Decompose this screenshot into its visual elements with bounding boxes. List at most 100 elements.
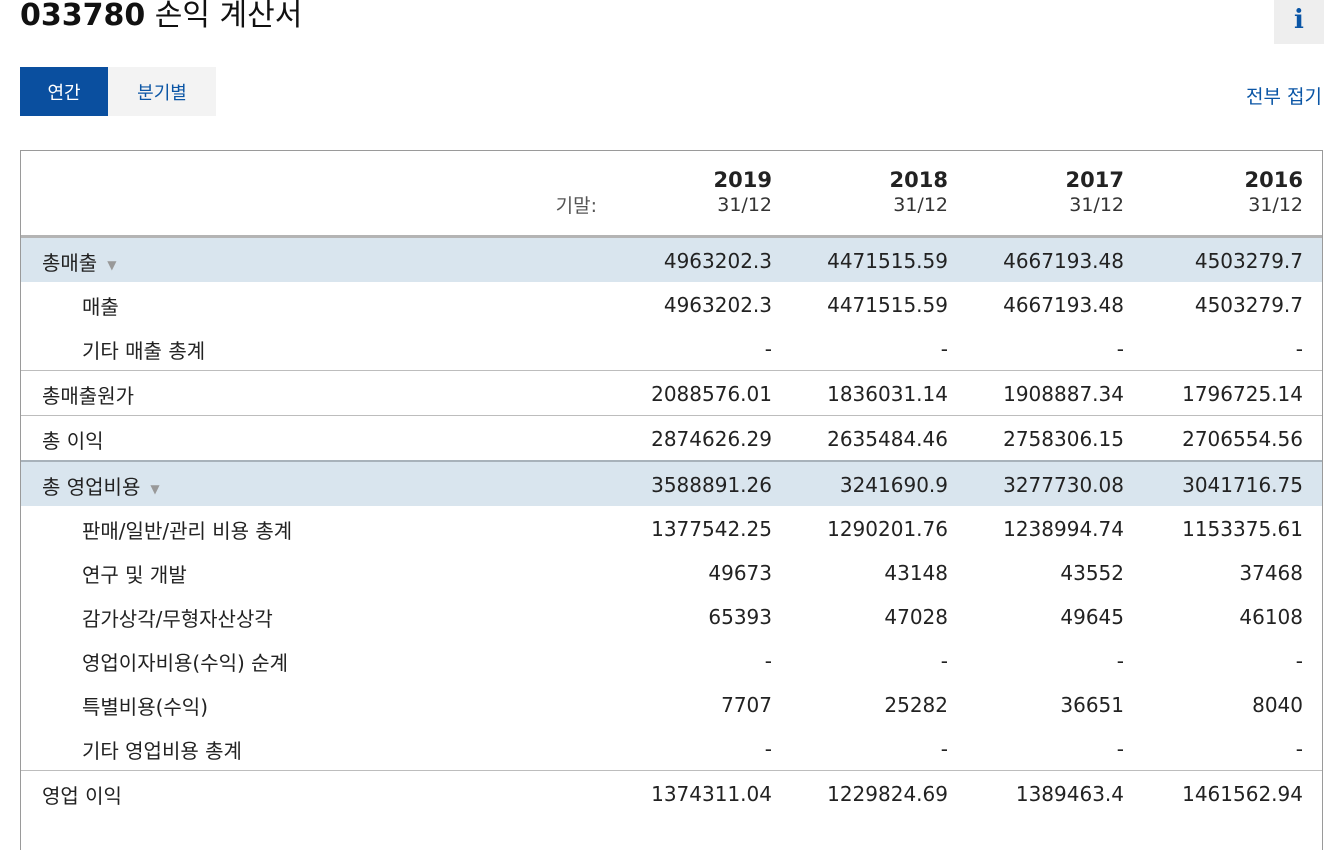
cell-value: - <box>1116 337 1124 361</box>
cell-value: 3241690.9 <box>839 473 948 497</box>
period-end-label: 기말: <box>555 195 597 217</box>
cell-value: - <box>764 649 772 673</box>
row-label-text: 기타 영업비용 총계 <box>82 739 242 763</box>
cell-value: 1461562.94 <box>1182 782 1303 806</box>
column-year: 2016 <box>1244 168 1303 192</box>
column-year: 2019 <box>713 168 772 192</box>
cell-value: 4667193.48 <box>1003 293 1124 317</box>
cell-value: - <box>1116 649 1124 673</box>
row-label: 영업 이익 <box>42 780 122 809</box>
table-row-main[interactable]: 총 영업비용 ▼ 3588891.26 3241690.9 3277730.08 3041… <box>21 460 1322 506</box>
cell-value: 37468 <box>1239 561 1303 585</box>
collapse-all-link[interactable]: 전부 접기 <box>1246 82 1322 109</box>
cell-value: 2088576.01 <box>651 382 772 406</box>
cell-value: 3041716.75 <box>1182 473 1303 497</box>
cell-value: - <box>940 649 948 673</box>
row-label: 기타 영업비용 총계 <box>82 735 242 764</box>
column-year: 2017 <box>1065 168 1124 192</box>
column-date: 31/12 <box>1248 194 1303 216</box>
cell-value: 4963202.3 <box>663 293 772 317</box>
column-header-2019: 2019 31/12 <box>622 167 772 217</box>
cell-value: 1229824.69 <box>827 782 948 806</box>
cell-value: - <box>1116 737 1124 761</box>
table-row-sub: 기타 영업비용 총계 - - - - <box>21 726 1322 770</box>
cell-value: 1377542.25 <box>651 517 772 541</box>
cell-value: 1290201.76 <box>827 517 948 541</box>
table-body: 총매출 ▼ 4963202.3 4471515.59 4667193.48 4503279… <box>21 238 1322 815</box>
column-header-2016: 2016 31/12 <box>1153 167 1303 217</box>
row-label: 판매/일반/관리 비용 총계 <box>82 515 292 544</box>
page-title-text: 손익 계산서 <box>154 0 303 33</box>
cell-value: 1238994.74 <box>1003 517 1124 541</box>
row-label: 총 이익 <box>42 425 104 454</box>
cell-value: 1153375.61 <box>1182 517 1303 541</box>
table-row-sub: 영업이자비용(수익) 순계 - - - - <box>21 638 1322 682</box>
row-label: 특별비용(수익) <box>82 691 208 720</box>
row-label: 총매출원가 <box>42 380 134 409</box>
cell-value: 4503279.7 <box>1194 249 1303 273</box>
chevron-down-icon[interactable]: ▼ <box>150 482 159 496</box>
cell-value: - <box>764 337 772 361</box>
cell-value: 1836031.14 <box>827 382 948 406</box>
table-row-sub: 기타 매출 총계 - - - - <box>21 326 1322 370</box>
column-date: 31/12 <box>1069 194 1124 216</box>
row-label-text: 총 영업비용 <box>42 475 141 499</box>
column-header-2018: 2018 31/12 <box>798 167 948 217</box>
table-row-sub: 특별비용(수익) 7707 25282 36651 8040 <box>21 682 1322 726</box>
row-label-text: 감가상각/무형자산상각 <box>82 607 273 631</box>
table-row-main[interactable]: 총매출 ▼ 4963202.3 4471515.59 4667193.48 4503279… <box>21 238 1322 282</box>
cell-value: 2706554.56 <box>1182 427 1303 451</box>
row-label-text: 특별비용(수익) <box>82 695 209 719</box>
cell-value: 1908887.34 <box>1003 382 1124 406</box>
cell-value: 49673 <box>708 561 772 585</box>
cell-value: - <box>1295 649 1303 673</box>
row-label: 총매출 ▼ <box>42 247 116 276</box>
cell-value: 1796725.14 <box>1182 382 1303 406</box>
cell-value: 4471515.59 <box>827 293 948 317</box>
cell-value: 49645 <box>1060 605 1124 629</box>
row-label: 기타 매출 총계 <box>82 335 205 364</box>
row-label-text: 영업이자비용(수익) 순계 <box>82 651 288 675</box>
row-label-text: 영업 이익 <box>42 784 122 808</box>
column-date: 31/12 <box>717 194 772 216</box>
row-label-text: 판매/일반/관리 비용 총계 <box>82 519 293 543</box>
cell-value: 43148 <box>884 561 948 585</box>
table-row-main: 총 이익 2874626.29 2635484.46 2758306.15 270655… <box>21 415 1322 460</box>
page-title: 033780 손익 계산서 <box>20 0 302 38</box>
info-icon[interactable]: i <box>1274 0 1324 44</box>
tab-annual[interactable]: 연간 <box>20 67 108 116</box>
cell-value: 4471515.59 <box>827 249 948 273</box>
table-row-sub: 연구 및 개발 49673 43148 43552 37468 <box>21 550 1322 594</box>
table-row-sub: 매출 4963202.3 4471515.59 4667193.48 4503279.7 <box>21 282 1322 326</box>
cell-value: 4667193.48 <box>1003 249 1124 273</box>
table-row-sub: 판매/일반/관리 비용 총계 1377542.25 1290201.76 123899… <box>21 506 1322 550</box>
row-label: 감가상각/무형자산상각 <box>82 603 273 632</box>
row-label: 연구 및 개발 <box>82 559 187 588</box>
row-label-text: 연구 및 개발 <box>82 563 187 587</box>
table-row-main: 총매출원가 2088576.01 1836031.14 1908887.34 17967… <box>21 370 1322 415</box>
cell-value: 1389463.4 <box>1015 782 1124 806</box>
cell-value: 4503279.7 <box>1194 293 1303 317</box>
column-year: 2018 <box>889 168 948 192</box>
cell-value: - <box>940 337 948 361</box>
cell-value: 3277730.08 <box>1003 473 1124 497</box>
cell-value: 36651 <box>1060 693 1124 717</box>
cell-value: 7707 <box>721 693 772 717</box>
cell-value: 2874626.29 <box>651 427 772 451</box>
tab-quarterly[interactable]: 분기별 <box>108 67 216 116</box>
row-label-text: 매출 <box>82 295 119 319</box>
cell-value: 8040 <box>1252 693 1303 717</box>
table-row-main: 영업 이익 1374311.04 1229824.69 1389463.4 146156… <box>21 770 1322 815</box>
cell-value: - <box>764 737 772 761</box>
table-header: 기말: 2019 31/12 2018 31/12 2017 31/12 201… <box>21 151 1322 238</box>
income-statement-table: 기말: 2019 31/12 2018 31/12 2017 31/12 201… <box>20 150 1323 850</box>
cell-value: 65393 <box>708 605 772 629</box>
row-label: 매출 <box>82 291 119 320</box>
row-label: 영업이자비용(수익) 순계 <box>82 647 288 676</box>
cell-value: 46108 <box>1239 605 1303 629</box>
table-row-sub: 감가상각/무형자산상각 65393 47028 49645 46108 <box>21 594 1322 638</box>
cell-value: 25282 <box>884 693 948 717</box>
column-date: 31/12 <box>893 194 948 216</box>
chevron-down-icon[interactable]: ▼ <box>107 258 116 272</box>
row-label-text: 총매출 <box>42 251 98 275</box>
